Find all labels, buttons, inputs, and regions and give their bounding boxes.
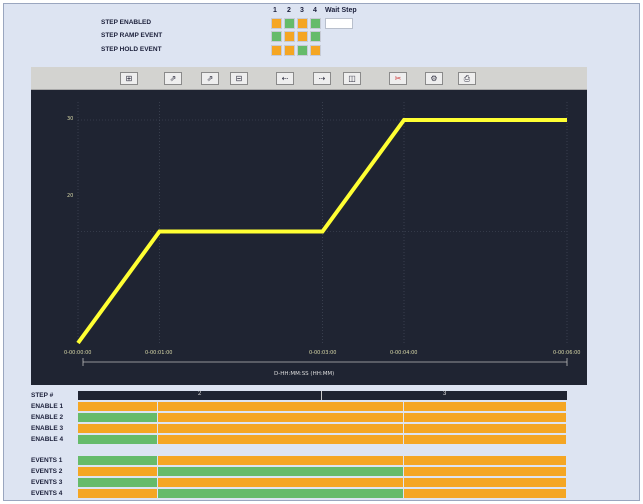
step-enabled-label: STEP ENABLED xyxy=(101,19,152,26)
y-tick-20: 20 xyxy=(67,193,74,199)
settings-gear-icon[interactable]: ⚙ xyxy=(425,72,443,85)
events-2-segment-1[interactable] xyxy=(78,467,157,476)
x-tick-1: 0-00:01:00 xyxy=(145,350,173,356)
col-header-4: 4 xyxy=(313,7,317,14)
x-tick-2: 0-00:03:00 xyxy=(309,350,337,356)
x-tick-3: 0-00:04:00 xyxy=(390,350,418,356)
events-4-segment-3[interactable] xyxy=(404,489,566,498)
step-hold-event-label: STEP HOLD EVENT xyxy=(101,46,162,53)
step-header-bar xyxy=(78,391,567,400)
matrix-cell-r3-c4[interactable] xyxy=(310,45,321,56)
events-1-segment-3[interactable] xyxy=(404,456,566,465)
matrix-cell-r1-c1[interactable] xyxy=(271,18,282,29)
x-tick-0: 0-00:00:00 xyxy=(64,350,92,356)
events-1-label: EVENTS 1 xyxy=(31,457,63,464)
matrix-cell-r1-c2[interactable] xyxy=(284,18,295,29)
matrix-cell-r2-c3[interactable] xyxy=(297,31,308,42)
enable-2-segment-1[interactable] xyxy=(78,413,157,422)
profile-chart: 30 20 0-00:00:00 0-00:01:00 0-00:03:00 0… xyxy=(31,90,587,385)
print-icon[interactable]: ⎙ xyxy=(458,72,476,85)
events-3-segment-2[interactable] xyxy=(158,478,403,487)
col-header-3: 3 xyxy=(300,7,304,14)
enable-1-segment-1[interactable] xyxy=(78,402,157,411)
enable-1-segment-3[interactable] xyxy=(404,402,566,411)
step-2-label: 2 xyxy=(198,391,202,397)
enable-1-label: ENABLE 1 xyxy=(31,403,64,410)
zoom-box-icon[interactable]: ⊞ xyxy=(120,72,138,85)
cut-icon[interactable]: ✂ xyxy=(389,72,407,85)
col-header-wait-step: Wait Step xyxy=(325,7,357,14)
enable-2-label: ENABLE 2 xyxy=(31,414,64,421)
events-4-segment-2[interactable] xyxy=(158,489,403,498)
enable-2-segment-2[interactable] xyxy=(158,413,403,422)
split-icon[interactable]: ◫ xyxy=(343,72,361,85)
enable-1-segment-2[interactable] xyxy=(158,402,403,411)
matrix-cell-r1-c4[interactable] xyxy=(310,18,321,29)
events-1-segment-1[interactable] xyxy=(78,456,157,465)
step-3-label: 3 xyxy=(443,391,447,397)
events-4-label: EVENTS 4 xyxy=(31,490,63,497)
matrix-cell-r3-c1[interactable] xyxy=(271,45,282,56)
x-axis-label: D-HH:MM:SS (HH:MM) xyxy=(274,371,335,377)
chart-toolbar: ⊞ ⇗ ⇗ ⊟ ⇠ ⇢ ◫ ✂ ⚙ ⎙ xyxy=(31,67,587,90)
events-2-label: EVENTS 2 xyxy=(31,468,63,475)
events-3-segment-3[interactable] xyxy=(404,478,566,487)
y-tick-30: 30 xyxy=(67,116,74,122)
zoom-x-icon[interactable]: ⇗ xyxy=(201,72,219,85)
enable-4-segment-3[interactable] xyxy=(404,435,566,444)
enable-2-segment-3[interactable] xyxy=(404,413,566,422)
matrix-cell-r2-c1[interactable] xyxy=(271,31,282,42)
enable-4-label: ENABLE 4 xyxy=(31,436,64,443)
pan-left-icon[interactable]: ⇠ xyxy=(276,72,294,85)
matrix-cell-r2-c4[interactable] xyxy=(310,31,321,42)
col-header-2: 2 xyxy=(287,7,291,14)
wait-step-field[interactable] xyxy=(325,18,353,29)
enable-3-segment-2[interactable] xyxy=(158,424,403,433)
step-divider xyxy=(321,391,322,400)
events-3-segment-1[interactable] xyxy=(78,478,157,487)
events-2-segment-3[interactable] xyxy=(404,467,566,476)
events-2-segment-2[interactable] xyxy=(158,467,403,476)
matrix-cell-r3-c2[interactable] xyxy=(284,45,295,56)
chart-svg xyxy=(76,102,568,366)
matrix-cell-r3-c3[interactable] xyxy=(297,45,308,56)
enable-3-segment-1[interactable] xyxy=(78,424,157,433)
events-4-segment-1[interactable] xyxy=(78,489,157,498)
enable-4-segment-1[interactable] xyxy=(78,435,157,444)
enable-4-segment-2[interactable] xyxy=(158,435,403,444)
events-1-segment-2[interactable] xyxy=(158,456,403,465)
col-header-1: 1 xyxy=(273,7,277,14)
step-ramp-event-label: STEP RAMP EVENT xyxy=(101,32,163,39)
enable-3-label: ENABLE 3 xyxy=(31,425,64,432)
fit-icon[interactable]: ⊟ xyxy=(230,72,248,85)
matrix-cell-r1-c3[interactable] xyxy=(297,18,308,29)
matrix-cell-r2-c2[interactable] xyxy=(284,31,295,42)
pan-right-icon[interactable]: ⇢ xyxy=(313,72,331,85)
enable-3-segment-3[interactable] xyxy=(404,424,566,433)
x-tick-4: 0-00:06:00 xyxy=(553,350,581,356)
zoom-y-icon[interactable]: ⇗ xyxy=(164,72,182,85)
events-3-label: EVENTS 3 xyxy=(31,479,63,486)
step-number-label: STEP # xyxy=(31,392,54,399)
